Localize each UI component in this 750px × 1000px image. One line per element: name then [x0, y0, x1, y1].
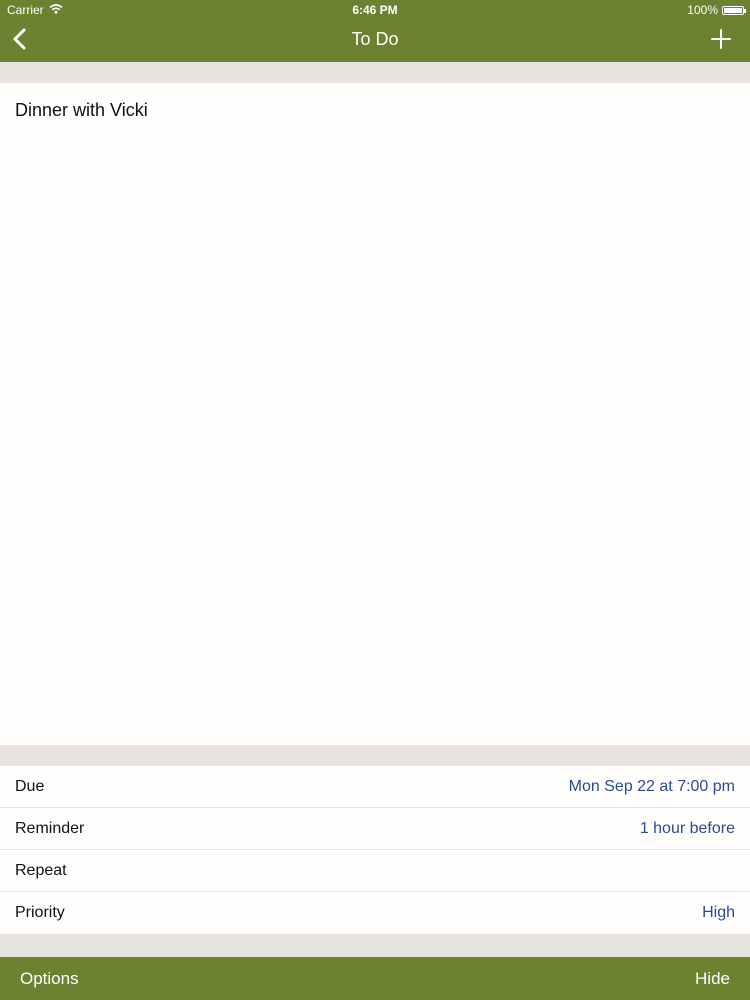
- navbar: To Do: [0, 20, 750, 62]
- options-button[interactable]: Options: [20, 969, 79, 989]
- status-bar: Carrier 6:46 PM 100%: [0, 0, 750, 20]
- priority-row[interactable]: Priority High: [0, 892, 750, 934]
- repeat-row[interactable]: Repeat: [0, 850, 750, 892]
- battery-indicator: 100%: [687, 3, 746, 17]
- bottom-toolbar: Options Hide: [0, 957, 750, 1000]
- details-list: Due Mon Sep 22 at 7:00 pm Reminder 1 hou…: [0, 766, 750, 934]
- battery-icon: [722, 5, 746, 15]
- due-label: Due: [15, 778, 45, 795]
- plus-icon: [711, 28, 731, 54]
- reminder-value: 1 hour before: [639, 820, 735, 837]
- note-text[interactable]: Dinner with Vicki: [15, 100, 148, 121]
- reminder-row[interactable]: Reminder 1 hour before: [0, 808, 750, 850]
- note-editor[interactable]: Dinner with Vicki: [0, 83, 750, 745]
- header: Carrier 6:46 PM 100% To Do: [0, 0, 750, 62]
- priority-label: Priority: [15, 904, 65, 921]
- priority-value: High: [702, 904, 735, 921]
- repeat-label: Repeat: [15, 862, 67, 879]
- hide-button[interactable]: Hide: [695, 969, 730, 989]
- status-time: 6:46 PM: [352, 3, 398, 17]
- reminder-label: Reminder: [15, 820, 85, 837]
- due-row[interactable]: Due Mon Sep 22 at 7:00 pm: [0, 766, 750, 808]
- battery-percent: 100%: [687, 3, 718, 17]
- add-button[interactable]: [706, 26, 736, 56]
- page-title: To Do: [351, 29, 399, 49]
- due-value: Mon Sep 22 at 7:00 pm: [568, 778, 735, 795]
